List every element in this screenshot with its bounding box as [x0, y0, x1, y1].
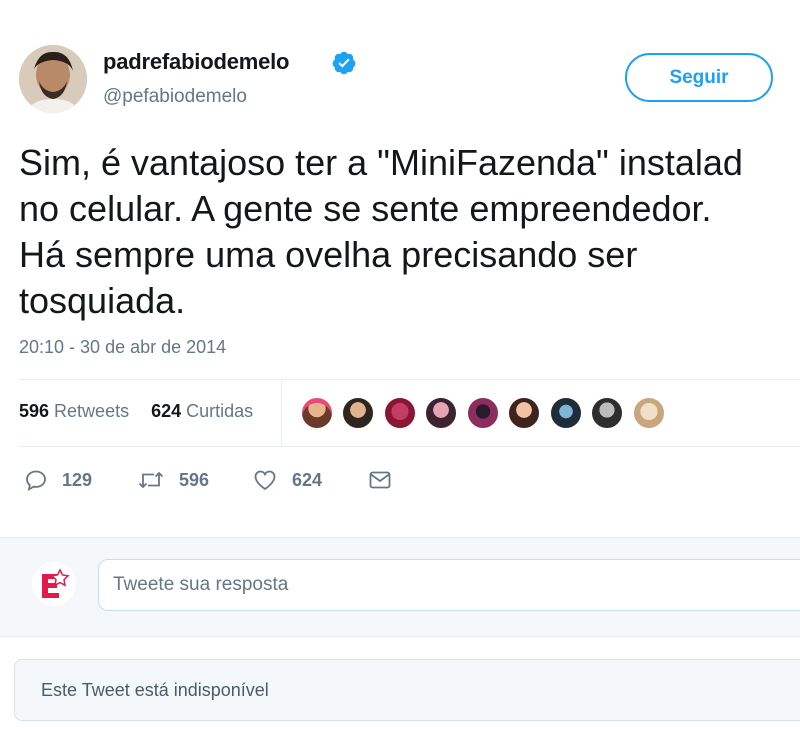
liker-avatar[interactable]	[507, 396, 541, 430]
like-count: 624	[292, 469, 323, 490]
author-avatar[interactable]	[19, 45, 87, 113]
liker-avatar[interactable]	[383, 396, 417, 430]
retweets-stat[interactable]: 596 Retweets	[19, 401, 129, 422]
unavailable-tweet-text: Este Tweet está indisponível	[41, 679, 269, 700]
stats-divider	[281, 380, 282, 446]
like-action[interactable]: 624	[252, 468, 322, 492]
retweet-count: 596	[179, 469, 210, 490]
retweets-label: Retweets	[54, 401, 130, 421]
divider	[19, 446, 800, 447]
liker-avatar[interactable]	[632, 396, 666, 430]
retweet-action[interactable]: 596	[137, 468, 209, 492]
likes-stat[interactable]: 624 Curtidas	[151, 401, 253, 422]
likes-label: Curtidas	[186, 401, 254, 421]
current-user-avatar[interactable]	[32, 562, 76, 606]
liker-avatar[interactable]	[590, 396, 624, 430]
liker-avatar[interactable]	[549, 396, 583, 430]
reply-count: 129	[62, 469, 93, 490]
envelope-icon	[369, 471, 391, 489]
likes-count: 624	[151, 401, 182, 421]
reply-icon	[26, 470, 46, 491]
tweet-stats: 596 Retweets 624 Curtidas	[19, 401, 253, 422]
heart-icon	[254, 470, 276, 491]
tweet-text: Sim, é vantajoso ter a "MiniFazenda" ins…	[19, 142, 743, 321]
liker-avatar[interactable]	[466, 396, 500, 430]
direct-message-action[interactable]	[368, 468, 406, 492]
liker-avatar[interactable]	[341, 396, 375, 430]
retweet-icon	[138, 471, 164, 489]
verified-badge-icon	[331, 50, 357, 76]
liker-avatar[interactable]	[424, 396, 458, 430]
reply-input[interactable]	[98, 559, 800, 611]
reply-action[interactable]: 129	[24, 468, 92, 492]
unavailable-tweet-card: Este Tweet está indisponível	[14, 659, 800, 721]
tweet-timestamp[interactable]: 20:10 - 30 de abr de 2014	[19, 337, 226, 358]
retweets-count: 596	[19, 401, 50, 421]
follow-button[interactable]: Seguir	[625, 53, 773, 102]
divider	[19, 379, 800, 380]
author-handle[interactable]: @pefabiodemelo	[103, 86, 247, 108]
author-display-name[interactable]: padrefabiodemelo	[103, 49, 289, 75]
liker-avatar[interactable]	[300, 396, 334, 430]
